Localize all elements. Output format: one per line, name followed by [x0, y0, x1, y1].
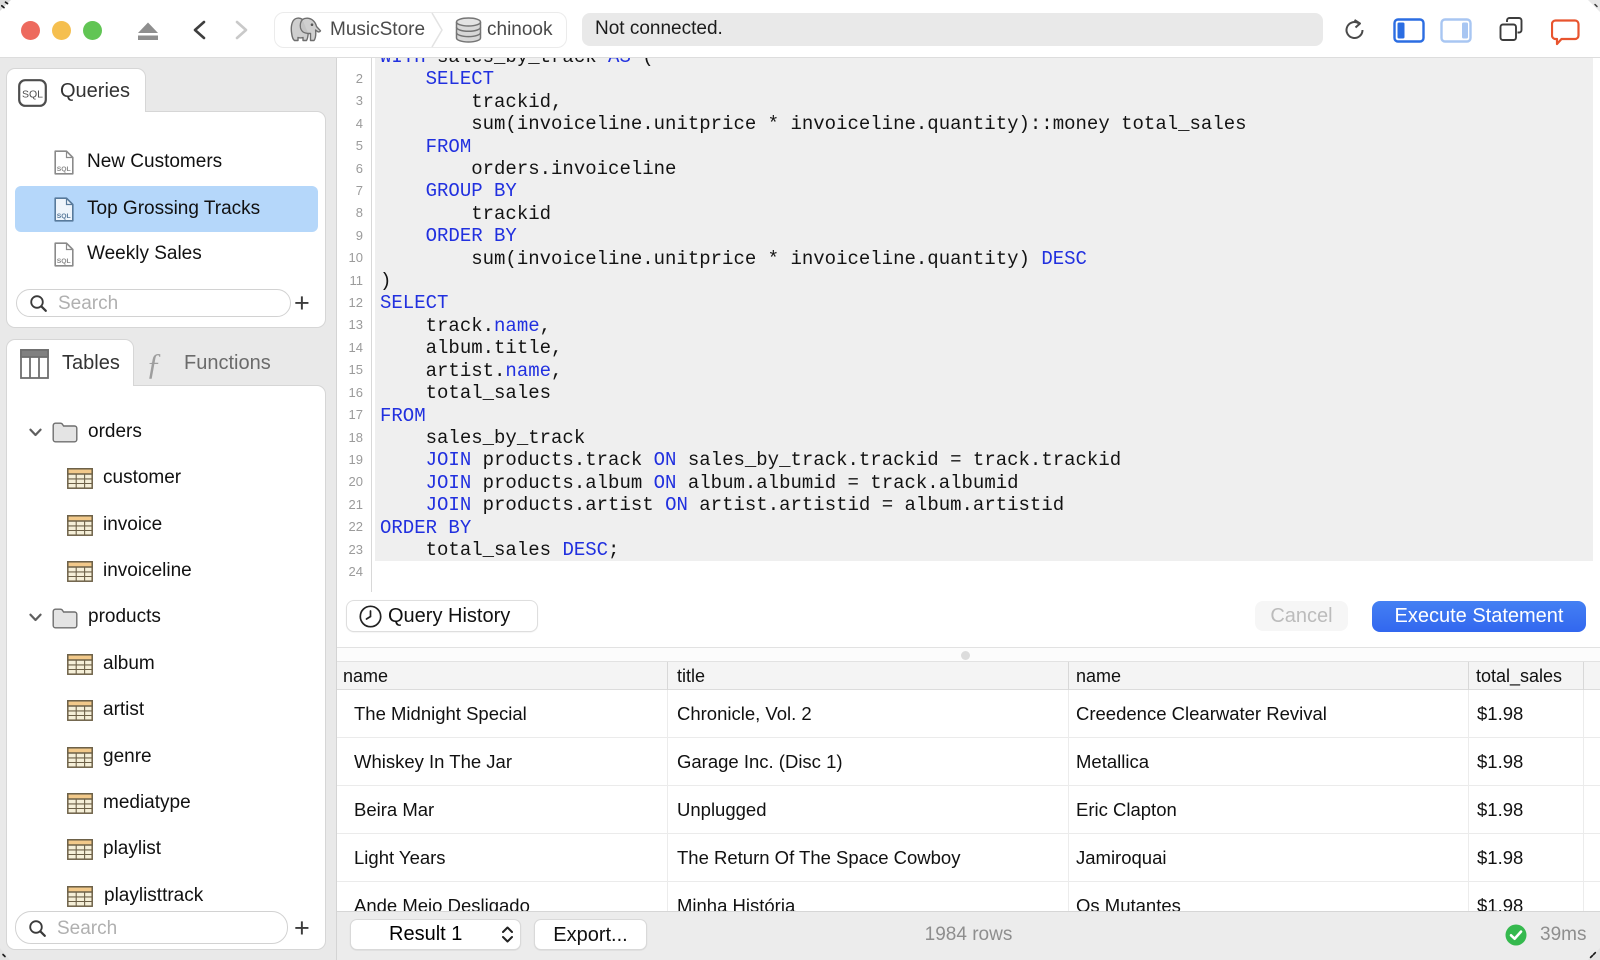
svg-text:SQL: SQL	[22, 89, 43, 101]
svg-text:SQL: SQL	[57, 258, 71, 265]
svg-text:SQL: SQL	[57, 213, 71, 220]
svg-text:SQL: SQL	[57, 166, 71, 173]
